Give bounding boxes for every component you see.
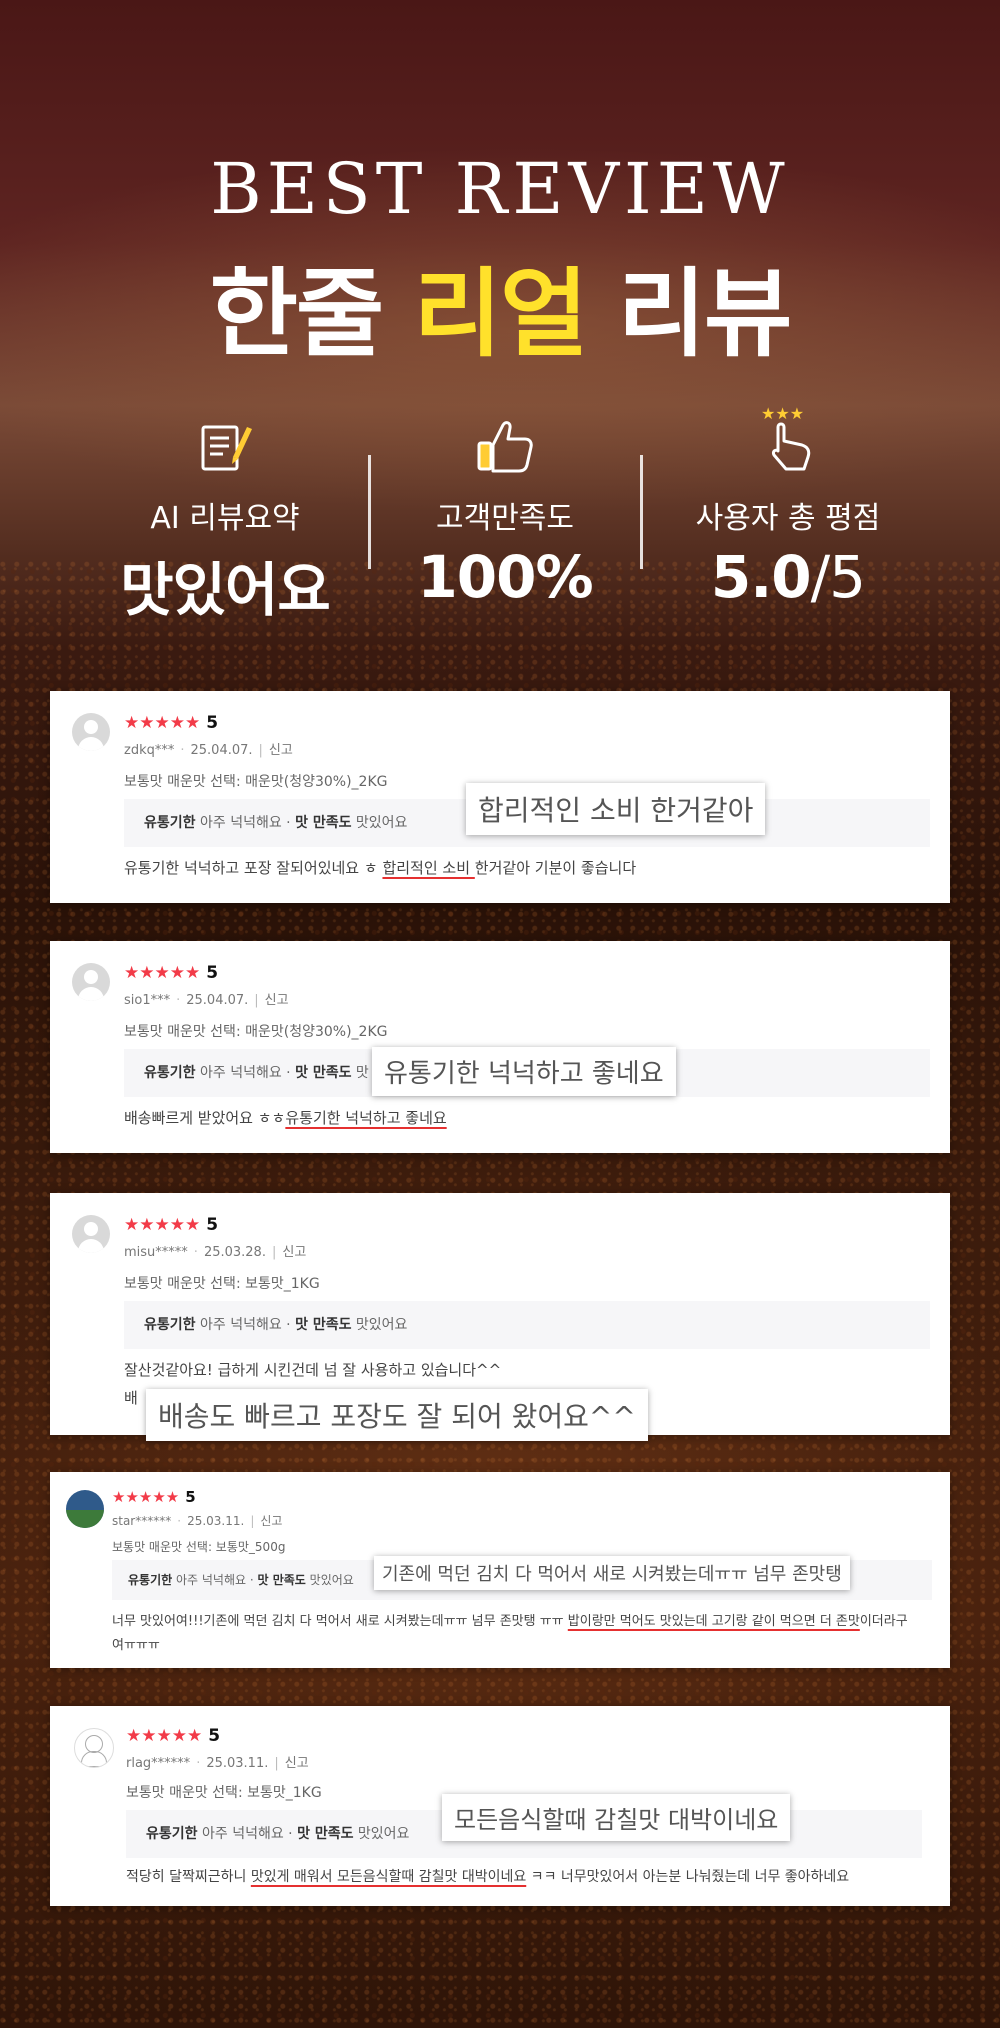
review-tags: 유통기한 아주 넉넉해요 · 맛 만족도 맛있어요: [124, 1301, 930, 1349]
stat-label: AI 리뷰요약: [150, 501, 300, 536]
stat-value: 맛있어요: [120, 556, 330, 624]
avatar: [74, 1728, 114, 1768]
report-link[interactable]: 신고: [282, 1245, 306, 1260]
review-text: 적당히 달짝찌근하니 맛있게 매워서 모든음식할때 감칠맛 대박이네요 ㅋㅋ 너…: [126, 1869, 850, 1885]
title-part3: 리뷰: [586, 258, 793, 370]
star-rating: ★★★★★ 5: [124, 713, 219, 733]
report-link[interactable]: 신고: [260, 1514, 282, 1528]
report-link[interactable]: 신고: [285, 1756, 309, 1771]
star-rating: ★★★★★ 5: [112, 1488, 196, 1506]
review-meta: zdkq*** · 25.04.07. | 신고: [124, 743, 293, 758]
stat-rating: ★★★ 사용자 총 평점 5.0/5: [638, 404, 938, 611]
svg-text:★★★: ★★★: [761, 404, 804, 423]
review-card: ★★★★★ 5 zdkq*** · 25.04.07. | 신고 보통맛 매운맛 선택: …: [50, 691, 950, 903]
review-callout: 합리적인 소비 한거같아: [466, 783, 766, 835]
option-text: 보통맛 매운맛 선택: 보통맛_500g: [112, 1540, 286, 1554]
review-text-line2: 여ㅠㅠㅠ: [112, 1638, 160, 1653]
title-highlight: 리얼: [413, 258, 589, 370]
stats-row: AI 리뷰요약 맛있어요 고객만족도 100% ★★★ 사용자 총 평점 5.0…: [0, 404, 1000, 624]
eyebrow-title: BEST REVIEW: [210, 148, 790, 230]
avatar: [72, 713, 110, 751]
page-title: 한줄 리얼 리뷰: [0, 236, 1000, 375]
review-meta: rlag****** · 25.03.11. | 신고: [126, 1756, 309, 1771]
avatar: [66, 1490, 104, 1528]
star-rating: ★★★★★ 5: [124, 963, 219, 983]
option-text: 보통맛 매운맛 선택: 매운맛(청양30%)_2KG: [124, 1024, 388, 1040]
review-card: ★★★★★ 5 rlag****** · 25.03.11. | 신고 보통맛 매운맛 선…: [50, 1706, 950, 1906]
thumbs-up-icon: [355, 405, 655, 475]
star-rating: ★★★★★ 5: [126, 1726, 221, 1746]
review-callout: 모든음식할때 감칠맛 대박이네요: [442, 1794, 791, 1841]
stat-label: 고객만족도: [436, 501, 574, 536]
review-text-line2: 배: [124, 1389, 138, 1407]
review-card: ★★★★★ 5 star****** · 25.03.11. | 신고 보통맛 매운맛 선…: [50, 1472, 950, 1668]
option-text: 보통맛 매운맛 선택: 매운맛(청양30%)_2KG: [124, 774, 388, 790]
click-stars-icon: ★★★: [638, 404, 938, 475]
avatar: [72, 1215, 110, 1253]
review-card: ★★★★★ 5 sio1*** · 25.04.07. | 신고 보통맛 매운맛 선택: …: [50, 941, 950, 1153]
review-callout: 배송도 빠르고 포장도 잘 되어 왔어요^^: [146, 1389, 648, 1441]
review-text: 배송빠르게 받았어요 ㅎㅎ유통기한 넉넉하고 좋네요: [124, 1109, 447, 1127]
title-part1: 한줄: [209, 258, 414, 370]
stat-label: 사용자 총 평점: [695, 501, 881, 536]
review-callout: 유통기한 넉넉하고 좋네요: [372, 1047, 676, 1096]
report-link[interactable]: 신고: [265, 993, 289, 1008]
review-card: ★★★★★ 5 misu***** · 25.03.28. | 신고 보통맛 매운맛 선택…: [50, 1193, 950, 1441]
review-text: 잘산것같아요! 급하게 시킨건데 넘 잘 사용하고 있습니다^^: [124, 1361, 502, 1379]
review-callout: 기존에 먹던 김치 다 먹어서 새로 시켜봤는데ㅠㅠ 넘무 존맛탱: [374, 1556, 850, 1590]
stat-value: 100%: [417, 543, 593, 611]
review-meta: sio1*** · 25.04.07. | 신고: [124, 993, 289, 1008]
report-link[interactable]: 신고: [269, 743, 293, 758]
avatar: [72, 963, 110, 1001]
review-text: 너무 맛있어여!!!기존에 먹던 김치 다 먹어서 새로 시켜봤는데ㅠㅠ 넘무 …: [112, 1614, 908, 1629]
stat-ai-summary: AI 리뷰요약 맛있어요: [75, 405, 375, 627]
option-text: 보통맛 매운맛 선택: 보통맛_1KG: [124, 1276, 320, 1292]
review-meta: star****** · 25.03.11. | 신고: [112, 1514, 283, 1528]
option-text: 보통맛 매운맛 선택: 보통맛_1KG: [126, 1785, 322, 1801]
document-pen-icon: [75, 405, 375, 475]
star-rating: ★★★★★ 5: [124, 1215, 219, 1235]
stat-satisfaction: 고객만족도 100%: [355, 405, 655, 611]
review-meta: misu***** · 25.03.28. | 신고: [124, 1245, 307, 1260]
review-text: 유통기한 넉넉하고 포장 잘되어있네요 ㅎ 합리적인 소비 한거같아 기분이 좋…: [124, 859, 637, 877]
stat-value: 5.0/5: [710, 543, 866, 611]
